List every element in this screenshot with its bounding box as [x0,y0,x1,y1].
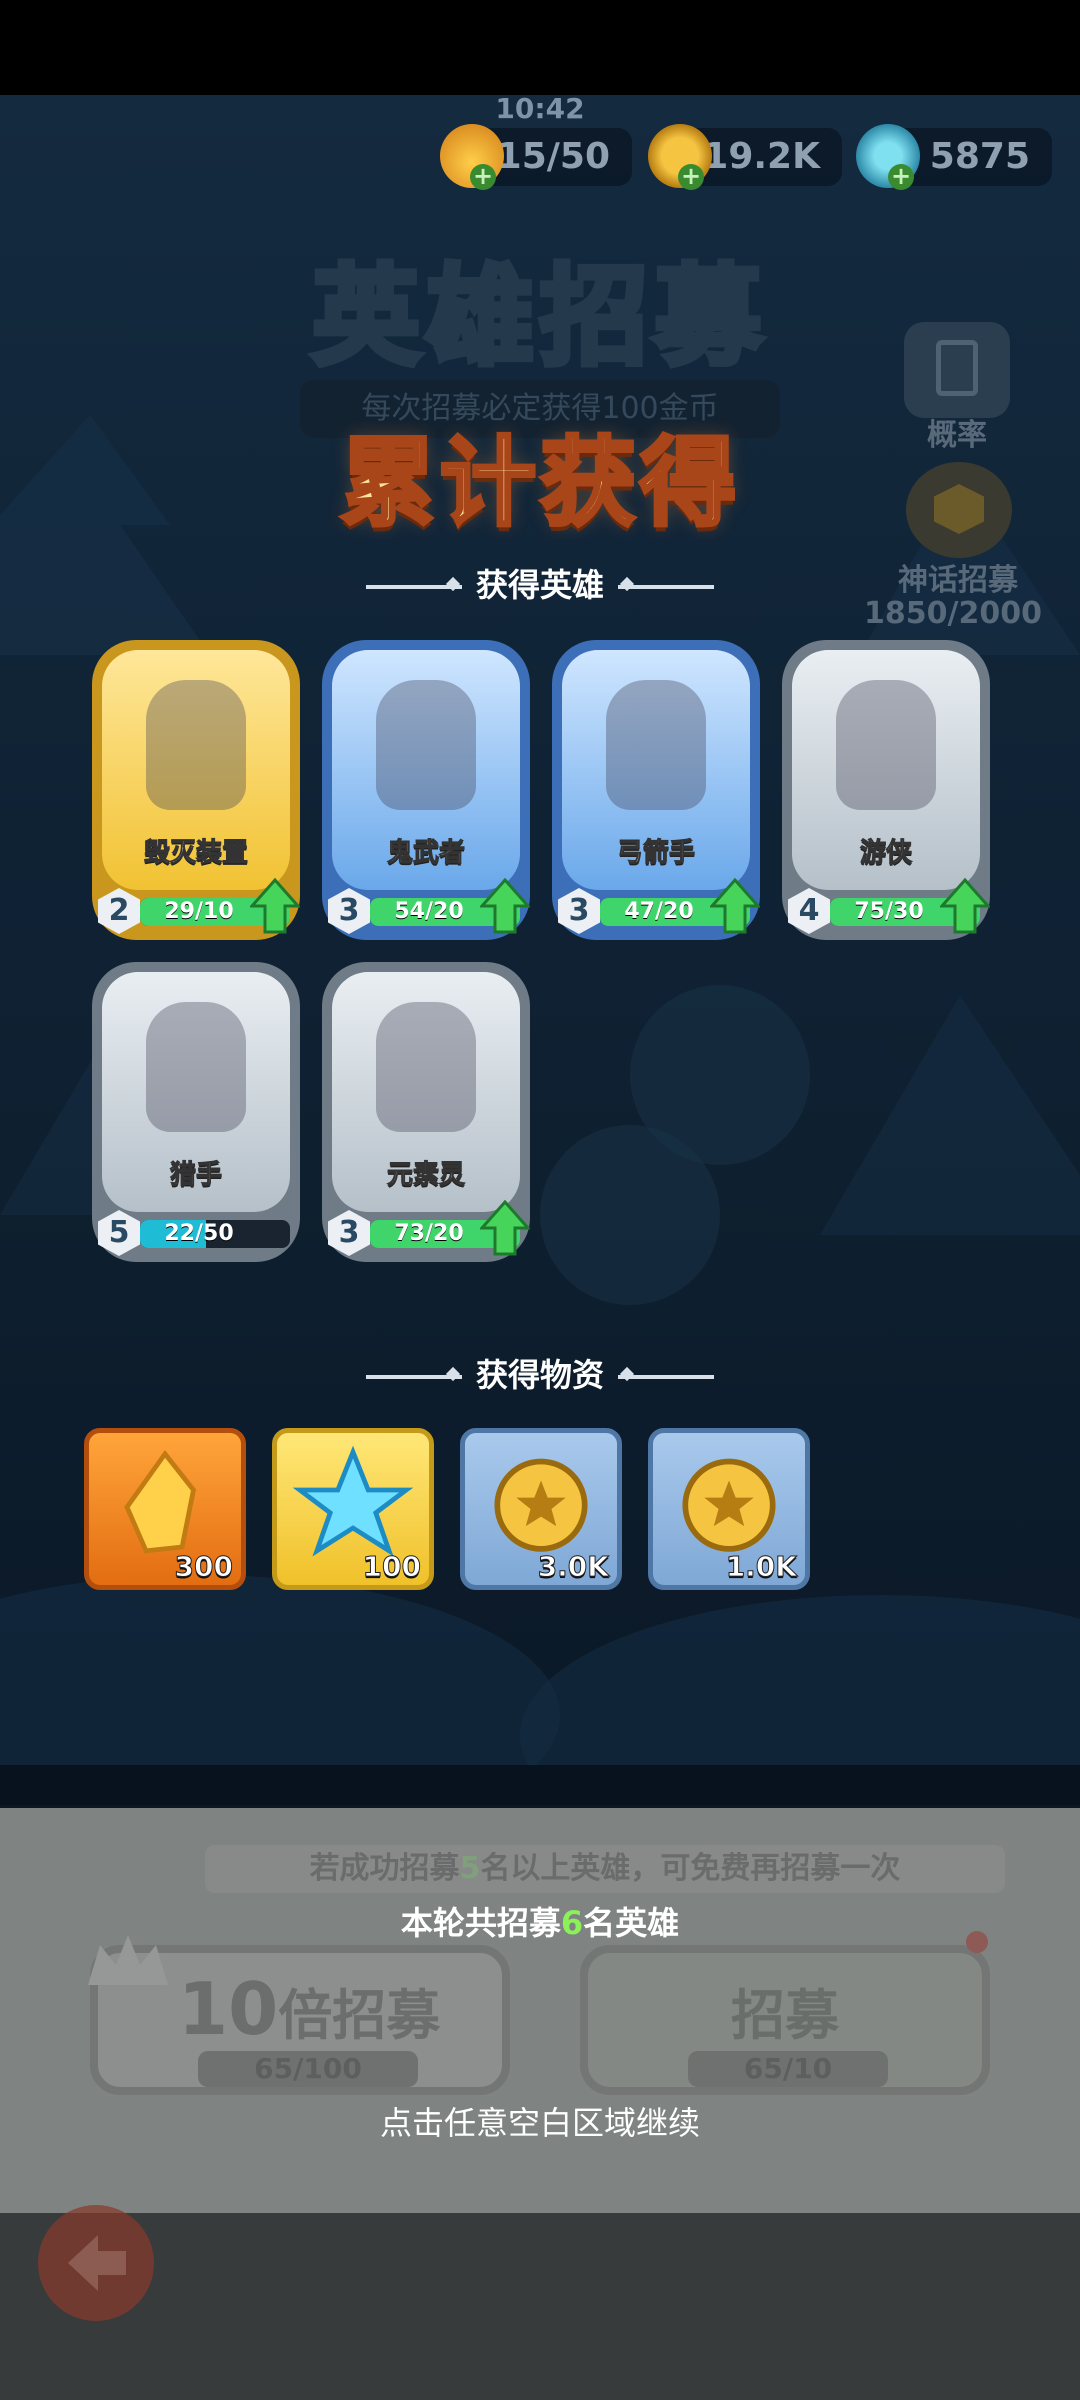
item-quantity: 3.0K [537,1550,609,1584]
hero-card[interactable]: 猎手 5 22/50 [92,962,300,1262]
status-bar [0,0,1080,95]
hero-level-badge: 4 [788,888,830,934]
ten-recruit-label-group: 10倍招募 [178,1967,440,2051]
mech-robot-icon [146,680,246,810]
upgrade-arrow-icon[interactable] [940,878,990,934]
upgrade-arrow-icon[interactable] [710,878,760,934]
divider-right [618,585,714,589]
bottom-bar [0,2213,1080,2400]
tap-to-continue-hint[interactable]: 点击任意空白区域继续 [0,2098,1080,2144]
ranger-icon [836,680,936,810]
hero-shard-count: 22/50 [164,1221,234,1246]
summary-suffix: 名英雄 [583,1904,680,1942]
ten-recruit-label: 倍招募 [278,1984,441,2047]
ten-number: 10 [178,1967,279,2051]
hero-level: 5 [108,1215,130,1250]
back-arrow-button[interactable] [38,2205,154,2321]
hero-shard-progress: 22/50 [140,1220,290,1248]
add-energy-button[interactable]: + [470,164,496,190]
hero-name: 鬼武者 [386,838,465,869]
hero-card[interactable]: 弓箭手 3 47/20 [552,640,760,940]
ten-recruit-keys: 65/100 [198,2051,418,2087]
clock-text: 10:42 [495,92,585,125]
notification-dot-icon [966,1931,988,1953]
hero-level-badge: 3 [558,888,600,934]
ten-recruit-button[interactable]: 10倍招募 65/100 [88,1935,510,2095]
hero-name: 弓箭手 [616,838,695,869]
recruit-summary: 本轮共招募6名英雄 [0,1898,1080,1944]
oni-samurai-icon [376,680,476,810]
cumulative-gain-title: 累计获得 [338,425,740,541]
upgrade-arrow-icon[interactable] [480,878,530,934]
reward-item[interactable]: 300 [84,1428,246,1590]
add-gold-button[interactable]: + [678,164,704,190]
summary-number: 6 [560,1904,584,1942]
hero-card[interactable]: 游侠 4 75/30 [782,640,990,940]
hero-shard-count: 73/20 [394,1221,464,1246]
free-recruit-note: 若成功招募5名以上英雄，可免费再招募一次 [205,1845,1005,1893]
single-recruit-button[interactable]: 招募 65/10 [580,1931,990,2095]
hero-level-badge: 2 [98,888,140,934]
note-prefix: 若成功招募 [309,1851,460,1886]
divider-left [365,585,462,589]
note-number: 5 [459,1851,481,1886]
hero-level: 3 [338,1215,360,1250]
single-recruit-label: 招募 [731,1984,839,2047]
heroes-header-text: 获得英雄 [475,566,604,604]
hero-shard-count: 54/20 [394,899,464,924]
hero-name: 毁灭装置 [143,838,248,869]
reward-item[interactable]: 3.0K [460,1428,622,1590]
upgrade-arrow-icon[interactable] [480,1200,530,1256]
reward-item[interactable]: 100 [272,1428,434,1590]
elemental-spirit-icon [376,1002,476,1132]
item-quantity: 300 [174,1550,233,1584]
heroes-section-header: 获得英雄 [0,560,1080,606]
item-quantity: 1.0K [725,1550,797,1584]
divider-left [365,1375,462,1379]
hero-card[interactable]: 鬼武者 3 54/20 [322,640,530,940]
hero-name: 游侠 [859,838,912,869]
hero-card[interactable]: 元素灵 3 73/20 [322,962,530,1262]
summary-prefix: 本轮共招募 [400,1904,561,1942]
hero-shard-count: 47/20 [624,899,694,924]
probability-button[interactable] [904,322,1010,418]
hero-shard-count: 29/10 [164,899,234,924]
hero-level-badge: 5 [98,1210,140,1256]
recruit-title: 英雄招募 [309,252,768,383]
single-recruit-keys: 65/10 [688,2051,888,2087]
hero-level-badge: 3 [328,888,370,934]
hero-level: 2 [108,893,130,928]
archer-icon [606,680,706,810]
note-suffix: 名以上英雄，可免费再招募一次 [480,1851,901,1886]
hero-level-badge: 3 [328,1210,370,1256]
hero-card[interactable]: 毁灭装置 2 29/10 [92,640,300,940]
item-quantity: 100 [362,1550,421,1584]
reward-item[interactable]: 1.0K [648,1428,810,1590]
upgrade-arrow-icon[interactable] [250,878,300,934]
hero-shard-count: 75/30 [854,899,924,924]
hero-name: 猎手 [169,1160,222,1191]
hero-level: 3 [568,893,590,928]
document-icon [936,340,978,396]
divider-right [618,1375,714,1379]
add-crystal-button[interactable]: + [888,164,914,190]
hero-name: 元素灵 [386,1160,465,1191]
hero-level: 3 [338,893,360,928]
hero-level: 4 [798,893,820,928]
hunter-icon [146,1002,246,1132]
items-section-header: 获得物资 [0,1350,1080,1396]
items-header-text: 获得物资 [475,1356,604,1394]
